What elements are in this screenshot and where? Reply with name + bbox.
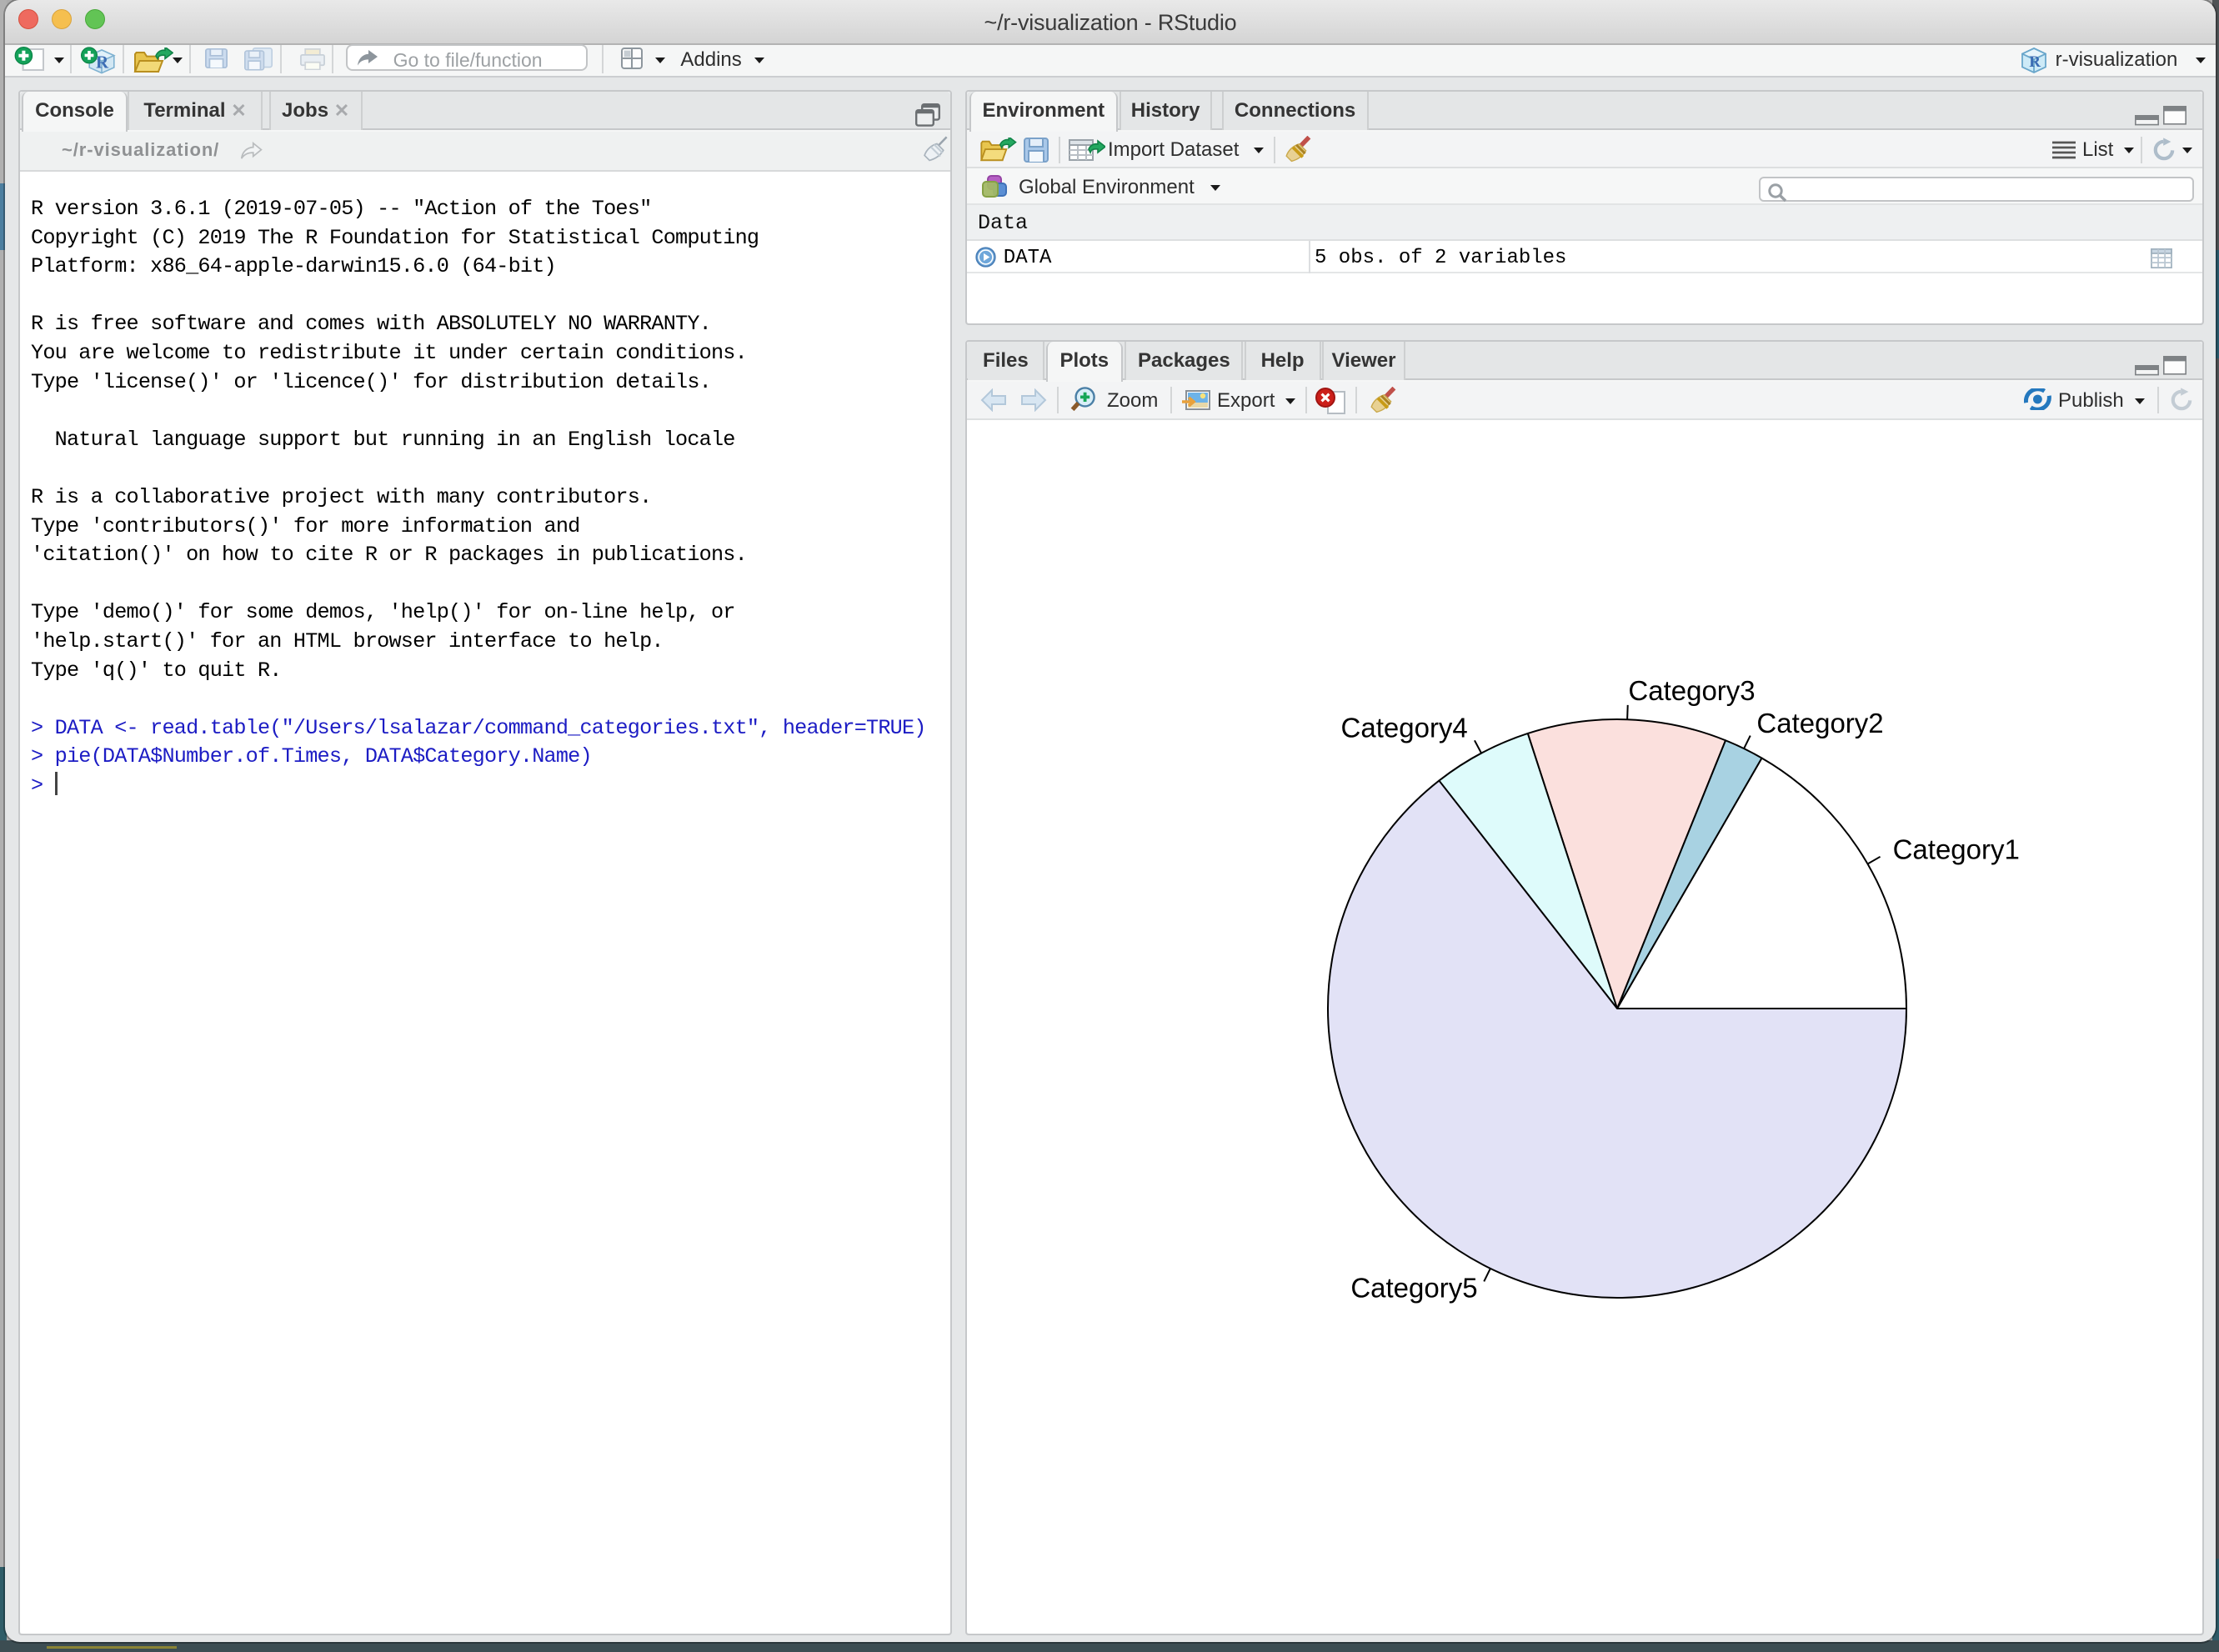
svg-text:Category4: Category4 <box>1341 712 1468 743</box>
svg-text:Category3: Category3 <box>1628 675 1755 706</box>
svg-text:Category2: Category2 <box>1756 708 1883 738</box>
svg-text:Category1: Category1 <box>1893 834 2020 865</box>
svg-text:Category5: Category5 <box>1350 1272 1477 1303</box>
svg-text:R: R <box>2029 54 2041 72</box>
svg-text:R: R <box>96 53 109 73</box>
